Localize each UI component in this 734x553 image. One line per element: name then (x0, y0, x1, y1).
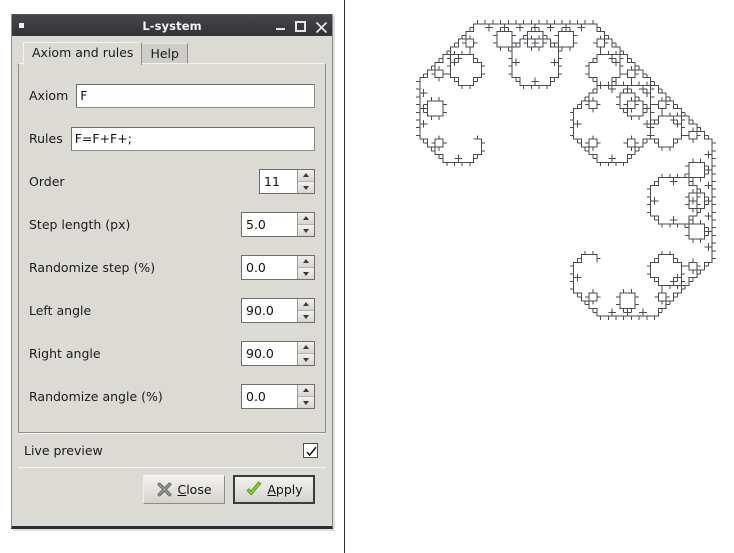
close-button-label: Close (177, 482, 212, 497)
dialog-action-bar: Close Apply (18, 467, 326, 511)
order-spinner[interactable]: 11 (259, 169, 315, 194)
row-randomize-angle: Randomize angle (%) 0.0 (29, 375, 315, 418)
live-preview-row: Live preview (18, 433, 326, 467)
minimize-icon[interactable] (275, 21, 286, 32)
order-spinner-up[interactable] (298, 170, 314, 182)
row-step-length: Step length (px) 5.0 (29, 203, 315, 246)
rules-label: Rules (29, 131, 63, 146)
dialog-content: Axiom and rules Help Axiom F Rules F=F+F… (12, 36, 332, 511)
green-check-icon (246, 481, 262, 496)
close-button[interactable]: Close (143, 475, 225, 504)
randomize-angle-spinner-buttons (297, 385, 314, 408)
window-titlebar[interactable]: L-system (12, 14, 332, 36)
rules-input[interactable]: F=F+F+; (70, 126, 315, 151)
tab-axiom-and-rules[interactable]: Axiom and rules (23, 42, 143, 65)
live-preview-label: Live preview (24, 443, 103, 458)
randomize-angle-spinner-up[interactable] (298, 385, 314, 397)
order-spinner-down[interactable] (298, 181, 314, 193)
step-length-spinner-up[interactable] (298, 213, 314, 225)
checkmark-icon (306, 446, 317, 457)
row-axiom: Axiom F (29, 74, 315, 117)
row-order: Order 11 (29, 160, 315, 203)
maximize-icon[interactable] (295, 20, 306, 32)
randomize-step-label: Randomize step (%) (29, 260, 156, 275)
right-angle-spinner[interactable]: 90.0 (241, 341, 315, 366)
left-angle-spinner-up[interactable] (298, 299, 314, 311)
step-length-value-wrap[interactable]: 5.0 (242, 213, 297, 236)
row-rules: Rules F=F+F+; (29, 117, 315, 160)
tab-help[interactable]: Help (141, 43, 188, 65)
randomize-step-spinner-up[interactable] (298, 256, 314, 268)
rules-value: F=F+F+; (74, 131, 132, 146)
l-system-preview-canvas[interactable] (345, 0, 734, 553)
l-system-dialog: L-system Axiom and rules Help Axiom F Ru… (11, 14, 333, 529)
tabpage-axiom-and-rules: Axiom F Rules F=F+F+; Order 11 Step leng… (18, 63, 326, 433)
right-angle-value[interactable]: 90.0 (242, 342, 297, 365)
randomize-step-spinner[interactable]: 0.0 (241, 255, 315, 280)
apply-button[interactable]: Apply (233, 475, 315, 504)
left-angle-spinner-down[interactable] (298, 310, 314, 322)
live-preview-checkbox[interactable] (303, 443, 318, 458)
randomize-angle-label: Randomize angle (%) (29, 389, 163, 404)
left-angle-label: Left angle (29, 303, 92, 318)
order-label: Order (29, 174, 65, 189)
window-controls (275, 15, 328, 37)
randomize-step-spinner-down[interactable] (298, 267, 314, 279)
order-value[interactable]: 11 (260, 170, 297, 193)
randomize-step-spinner-buttons (297, 256, 314, 279)
tabstrip: Axiom and rules Help (18, 41, 326, 65)
randomize-step-value[interactable]: 0.0 (242, 256, 297, 279)
left-angle-spinner-buttons (297, 299, 314, 322)
row-left-angle: Left angle 90.0 (29, 289, 315, 332)
close-icon[interactable] (315, 21, 328, 33)
axiom-label: Axiom (29, 88, 69, 103)
right-angle-spinner-up[interactable] (298, 342, 314, 354)
apply-button-label: Apply (267, 482, 303, 497)
randomize-angle-spinner-down[interactable] (298, 396, 314, 408)
randomize-angle-spinner[interactable]: 0.0 (241, 384, 315, 409)
row-right-angle: Right angle 90.0 (29, 332, 315, 375)
step-length-spinner-buttons (297, 213, 314, 236)
axiom-value: F (80, 88, 88, 103)
randomize-angle-value[interactable]: 0.0 (242, 385, 297, 408)
right-angle-label: Right angle (29, 346, 101, 361)
right-angle-spinner-down[interactable] (298, 353, 314, 365)
right-angle-spinner-buttons (297, 342, 314, 365)
tab-axiom-and-rules-label: Axiom and rules (32, 45, 134, 60)
cross-x-icon (158, 482, 172, 497)
step-length-label: Step length (px) (29, 217, 131, 232)
step-length-value: 5.0 (246, 217, 266, 232)
tab-help-label: Help (150, 46, 179, 61)
screenshot-root: L-system Axiom and rules Help Axiom F Ru… (0, 0, 734, 553)
axiom-input[interactable]: F (76, 83, 315, 108)
order-spinner-buttons (297, 170, 314, 193)
left-angle-spinner[interactable]: 90.0 (241, 298, 315, 323)
step-length-spinner-down[interactable] (298, 224, 314, 236)
row-randomize-step: Randomize step (%) 0.0 (29, 246, 315, 289)
step-length-spinner[interactable]: 5.0 (241, 212, 315, 237)
left-angle-value[interactable]: 90.0 (242, 299, 297, 322)
l-system-curve (416, 20, 716, 320)
